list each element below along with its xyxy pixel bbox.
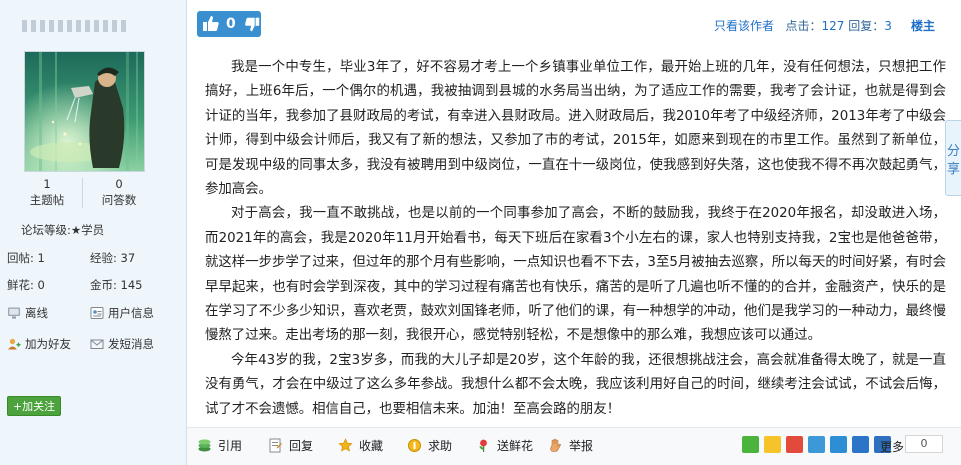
- forum-level-value: ★学员: [70, 223, 105, 237]
- send-flower-button[interactable]: 送鲜花: [476, 437, 533, 454]
- share-count: 0: [905, 435, 943, 453]
- stat-topics-label: 主题帖: [29, 193, 65, 207]
- like-button[interactable]: 0: [197, 11, 261, 37]
- author-username-redacted[interactable]: [22, 18, 172, 34]
- profile-card-icon: [90, 307, 104, 319]
- flowers-count: 鲜花: 0: [7, 277, 45, 293]
- author-sidebar: 1 主题帖 0 问答数 论坛等级:★学员 回帖: 1 经验: 37 鲜花: 0 …: [0, 0, 187, 465]
- floor-label: 楼主: [910, 19, 935, 33]
- only-author-link[interactable]: 只看该作者: [714, 19, 774, 33]
- renren-share-icon[interactable]: [852, 436, 869, 453]
- add-friend-icon: [8, 338, 21, 350]
- monitor-icon: [8, 307, 20, 319]
- coins-label: 金币:: [90, 278, 117, 292]
- post-meta-bar: 只看该作者 点击：127 回复：3 楼主: [714, 17, 935, 34]
- replies-value: 3: [884, 19, 892, 33]
- reply-document-icon: [269, 438, 282, 453]
- report-label: 举报: [569, 439, 594, 453]
- add-friend-label: 加为好友: [25, 337, 71, 351]
- stat-topics[interactable]: 1 主题帖: [12, 176, 82, 208]
- help-label: 求助: [428, 439, 453, 453]
- favorite-button[interactable]: 收藏: [338, 437, 383, 454]
- weibo-share-icon[interactable]: [786, 436, 803, 453]
- post-action-bar: 引用 回复 收藏 求助 送鲜花 举报 更多 0: [187, 427, 961, 465]
- user-info-link[interactable]: 用户信息: [90, 305, 154, 321]
- send-message-link[interactable]: 发短消息: [90, 336, 154, 352]
- help-coin-icon: [408, 439, 421, 452]
- user-info-label: 用户信息: [108, 306, 154, 320]
- star-icon: [338, 438, 353, 452]
- stat-questions-label: 问答数: [101, 193, 137, 207]
- wechat-share-icon[interactable]: [742, 436, 759, 453]
- flowers-value: 0: [37, 278, 45, 292]
- quote-label: 引用: [218, 439, 243, 453]
- post-paragraph-1: 我是一个中专生，毕业3年了，好不容易才考上一个乡镇事业单位工作，最开始上班的几年…: [205, 60, 946, 198]
- exp-count: 经验: 37: [90, 250, 135, 266]
- posts-label: 回帖:: [7, 251, 34, 265]
- exp-label: 经验:: [90, 251, 117, 265]
- quote-icon: [198, 439, 211, 452]
- send-message-label: 发短消息: [108, 337, 154, 351]
- like-count: 0: [226, 16, 236, 32]
- quote-button[interactable]: 引用: [197, 437, 242, 454]
- stat-questions-value: 0: [115, 177, 123, 191]
- more-share-label[interactable]: 更多: [880, 438, 904, 455]
- post-paragraph-2: 对于高会，我一直不敢挑战，也是以前的一个同事参加了高会，不断的鼓励我，我终于在2…: [205, 206, 946, 344]
- flower-icon: [479, 439, 487, 452]
- coins-count: 金币: 145: [90, 277, 142, 293]
- offline-label: 离线: [25, 306, 48, 320]
- help-button[interactable]: 求助: [407, 437, 452, 454]
- envelope-icon: [90, 339, 104, 349]
- qzone-share-icon[interactable]: [764, 436, 781, 453]
- qq-share-icon[interactable]: [830, 436, 847, 453]
- stat-topics-value: 1: [43, 177, 51, 191]
- stat-questions[interactable]: 0 问答数: [84, 176, 154, 208]
- forum-level: 论坛等级:★学员: [21, 222, 104, 238]
- post-paragraph-3: 今年43岁的我，2宝3岁多，而我的大儿子却是20岁，这个年龄的我，还很想挑战注会…: [205, 352, 946, 417]
- thumbs-up-icon: [203, 16, 219, 31]
- thumbs-down-icon[interactable]: [243, 15, 261, 33]
- coins-value: 145: [120, 278, 143, 292]
- exp-value: 37: [120, 251, 136, 265]
- tencent-share-icon[interactable]: [808, 436, 825, 453]
- report-button[interactable]: 举报: [548, 437, 593, 454]
- posts-count: 回帖: 1: [7, 250, 45, 266]
- raised-hand-icon: [550, 438, 561, 452]
- favorite-label: 收藏: [359, 439, 384, 453]
- offline-status: 离线: [7, 305, 48, 321]
- reply-label: 回复: [289, 439, 314, 453]
- avatar[interactable]: [24, 51, 145, 172]
- add-friend-link[interactable]: 加为好友: [7, 336, 71, 352]
- stat-divider: [82, 178, 83, 208]
- replies-label: 回复：: [848, 19, 885, 33]
- clicks-value: 127: [821, 19, 845, 33]
- reply-button[interactable]: 回复: [268, 437, 313, 454]
- share-side-tab[interactable]: 分享: [945, 120, 961, 196]
- send-flower-label: 送鲜花: [497, 439, 534, 453]
- flowers-label: 鲜花:: [7, 278, 34, 292]
- posts-value: 1: [37, 251, 45, 265]
- follow-button[interactable]: +加关注: [7, 396, 61, 416]
- forum-level-label: 论坛等级:: [21, 223, 71, 237]
- clicks-label: 点击：: [785, 19, 822, 33]
- post-content: 我是一个中专生，毕业3年了，好不容易才考上一个乡镇事业单位工作，最开始上班的几年…: [205, 56, 946, 422]
